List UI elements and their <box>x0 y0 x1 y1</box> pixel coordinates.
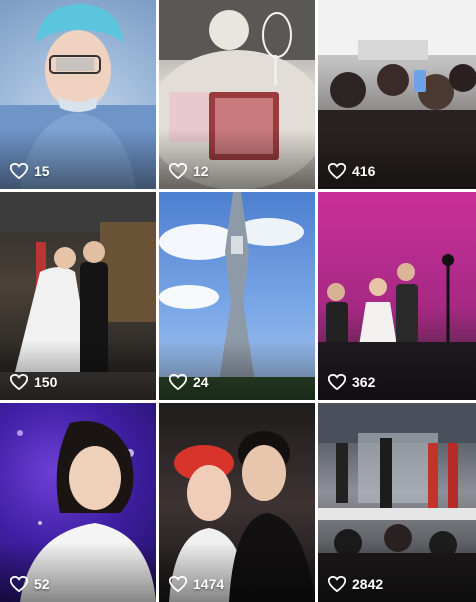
like-count[interactable]: 12 <box>169 163 209 179</box>
heart-outline-icon <box>169 374 187 390</box>
like-count[interactable]: 362 <box>328 374 375 390</box>
heart-outline-icon <box>169 576 187 592</box>
tile-shade <box>318 340 476 400</box>
tile-shade <box>0 129 156 189</box>
tile-shade <box>0 542 156 602</box>
like-count-value: 2842 <box>352 576 384 592</box>
heart-outline-icon <box>328 576 346 592</box>
tile-shade <box>159 542 315 602</box>
tile-shade <box>318 129 476 189</box>
heart-outline-icon <box>10 163 28 179</box>
like-count-value: 362 <box>352 374 376 390</box>
grid-tile-1[interactable]: 15 <box>0 0 156 189</box>
heart-outline-icon <box>328 374 346 390</box>
grid-tile-9[interactable]: 2842 <box>318 403 476 602</box>
grid-tile-8[interactable]: 1474 <box>159 403 315 602</box>
like-count[interactable]: 2842 <box>328 576 383 592</box>
like-count[interactable]: 15 <box>10 163 50 179</box>
heart-outline-icon <box>10 576 28 592</box>
like-count[interactable]: 1474 <box>169 576 224 592</box>
like-count[interactable]: 416 <box>328 163 375 179</box>
grid-tile-6[interactable]: 362 <box>318 192 476 400</box>
like-count-value: 12 <box>193 163 209 179</box>
heart-outline-icon <box>10 374 28 390</box>
tile-shade <box>159 129 315 189</box>
like-count-value: 150 <box>34 374 58 390</box>
like-count-value: 52 <box>34 576 50 592</box>
grid-tile-5[interactable]: 24 <box>159 192 315 400</box>
like-count[interactable]: 150 <box>10 374 57 390</box>
like-count-value: 416 <box>352 163 376 179</box>
grid-tile-4[interactable]: 150 <box>0 192 156 400</box>
tile-shade <box>0 340 156 400</box>
like-count-value: 15 <box>34 163 50 179</box>
grid-tile-3[interactable]: 416 <box>318 0 476 189</box>
heart-outline-icon <box>169 163 187 179</box>
photo-grid: 15 12 416 150 24 362 52 1474 2842 <box>0 0 476 602</box>
grid-tile-7[interactable]: 52 <box>0 403 156 602</box>
tile-shade <box>318 542 476 602</box>
like-count[interactable]: 52 <box>10 576 50 592</box>
like-count-value: 24 <box>193 374 209 390</box>
heart-outline-icon <box>328 163 346 179</box>
tile-shade <box>159 340 315 400</box>
like-count[interactable]: 24 <box>169 374 209 390</box>
grid-tile-2[interactable]: 12 <box>159 0 315 189</box>
like-count-value: 1474 <box>193 576 225 592</box>
